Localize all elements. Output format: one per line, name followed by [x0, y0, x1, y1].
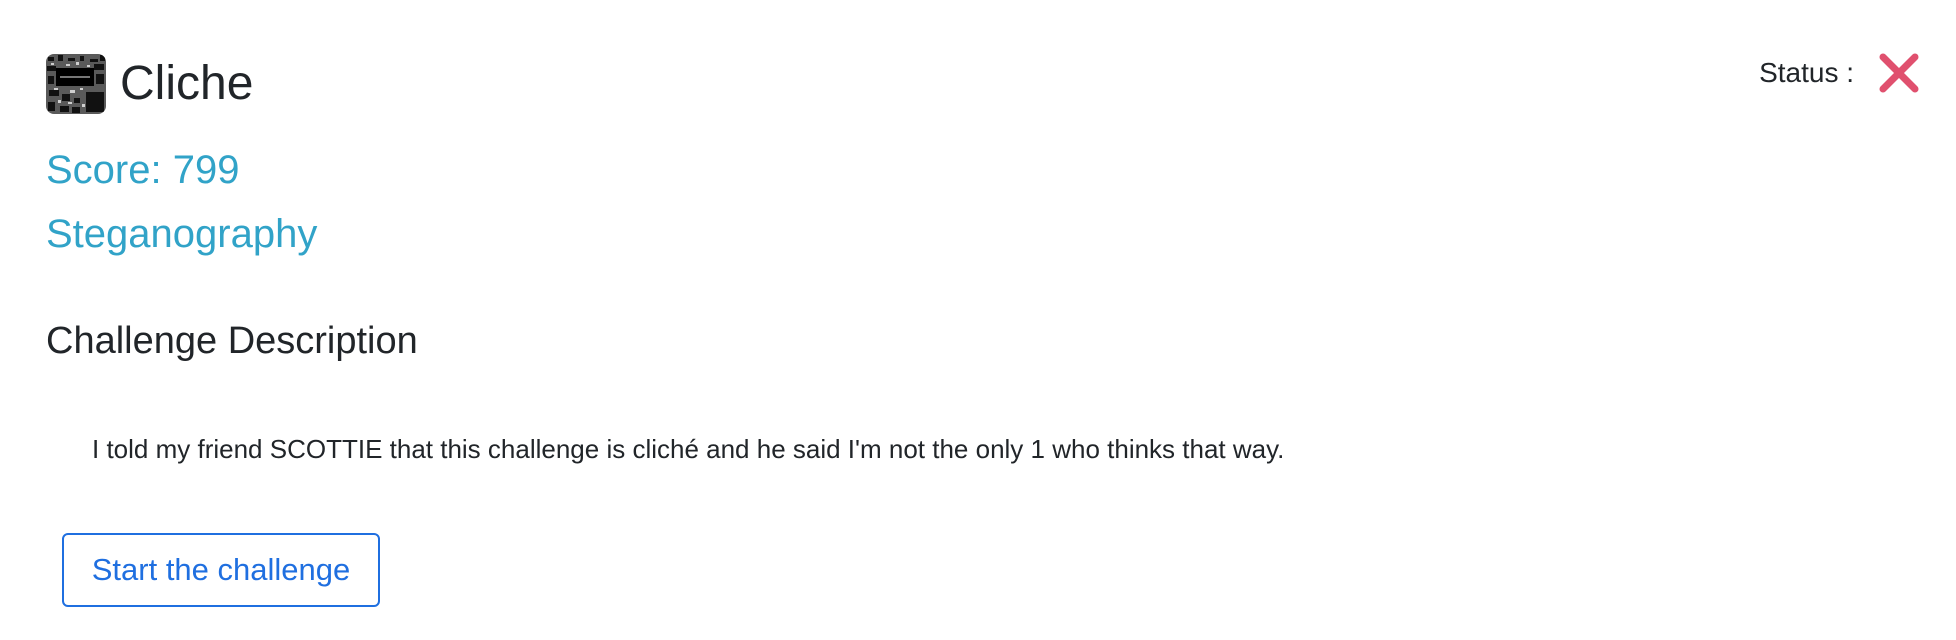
challenge-score: Score: 799	[46, 148, 240, 192]
close-x-icon	[1878, 52, 1920, 94]
challenge-title: Cliche	[120, 57, 254, 110]
status-label: Status :	[1759, 57, 1854, 88]
status-indicator: Status :	[1759, 52, 1920, 94]
challenge-page: Cliche Status : Score: 799 Steganography…	[0, 0, 1956, 640]
challenge-thumbnail-icon	[46, 54, 106, 114]
challenge-header: Cliche	[46, 54, 253, 114]
description-heading: Challenge Description	[46, 320, 418, 362]
challenge-category: Steganography	[46, 212, 318, 256]
description-text: I told my friend SCOTTIE that this chall…	[92, 434, 1285, 464]
start-challenge-button[interactable]: Start the challenge	[62, 533, 380, 607]
